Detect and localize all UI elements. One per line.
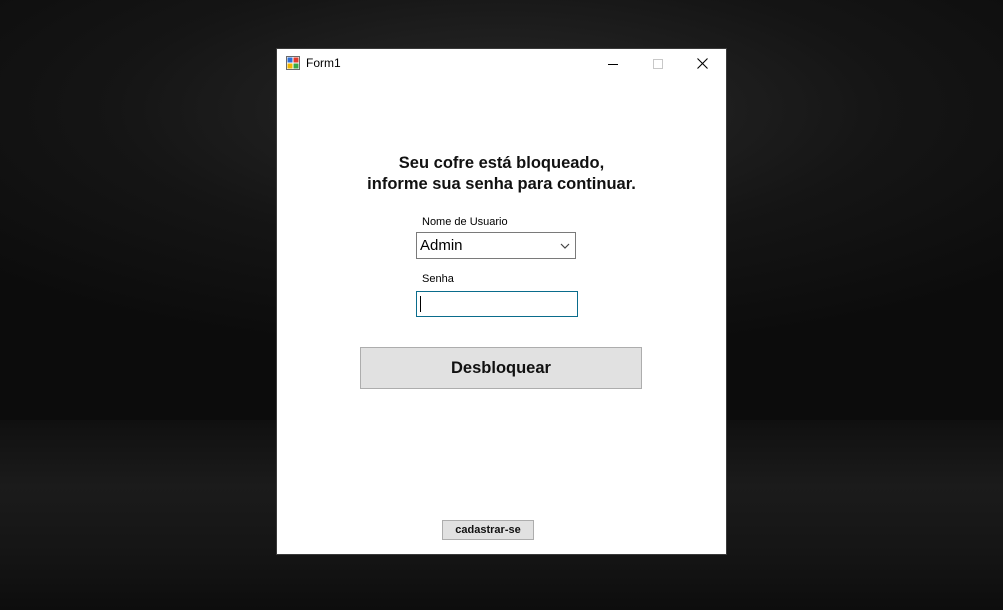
locked-message-line2: informe sua senha para continuar. — [367, 175, 636, 193]
close-button[interactable] — [680, 49, 725, 78]
close-icon — [697, 58, 708, 69]
chevron-down-icon[interactable] — [559, 240, 571, 252]
winforms-app-icon — [286, 56, 300, 70]
unlock-button[interactable]: Desbloquear — [360, 347, 642, 389]
window-title: Form1 — [306, 56, 341, 70]
maximize-button[interactable] — [635, 49, 680, 78]
login-window: Form1 Seu cofre está bloqueado, informe … — [277, 49, 726, 554]
text-caret — [420, 296, 421, 312]
signup-button[interactable]: cadastrar-se — [442, 520, 534, 540]
maximize-icon — [652, 58, 663, 69]
title-bar[interactable]: Form1 — [277, 49, 726, 79]
username-selected-value: Admin — [420, 237, 463, 254]
locked-message: Seu cofre está bloqueado, informe sua se… — [277, 153, 726, 195]
locked-message-line1: Seu cofre está bloqueado, — [398, 154, 605, 172]
password-label: Senha — [422, 273, 454, 285]
username-combobox[interactable]: Admin — [416, 232, 576, 259]
minimize-button[interactable] — [590, 49, 635, 78]
username-label: Nome de Usuario — [422, 216, 508, 228]
password-field[interactable] — [416, 291, 578, 317]
minimize-icon — [607, 63, 618, 65]
